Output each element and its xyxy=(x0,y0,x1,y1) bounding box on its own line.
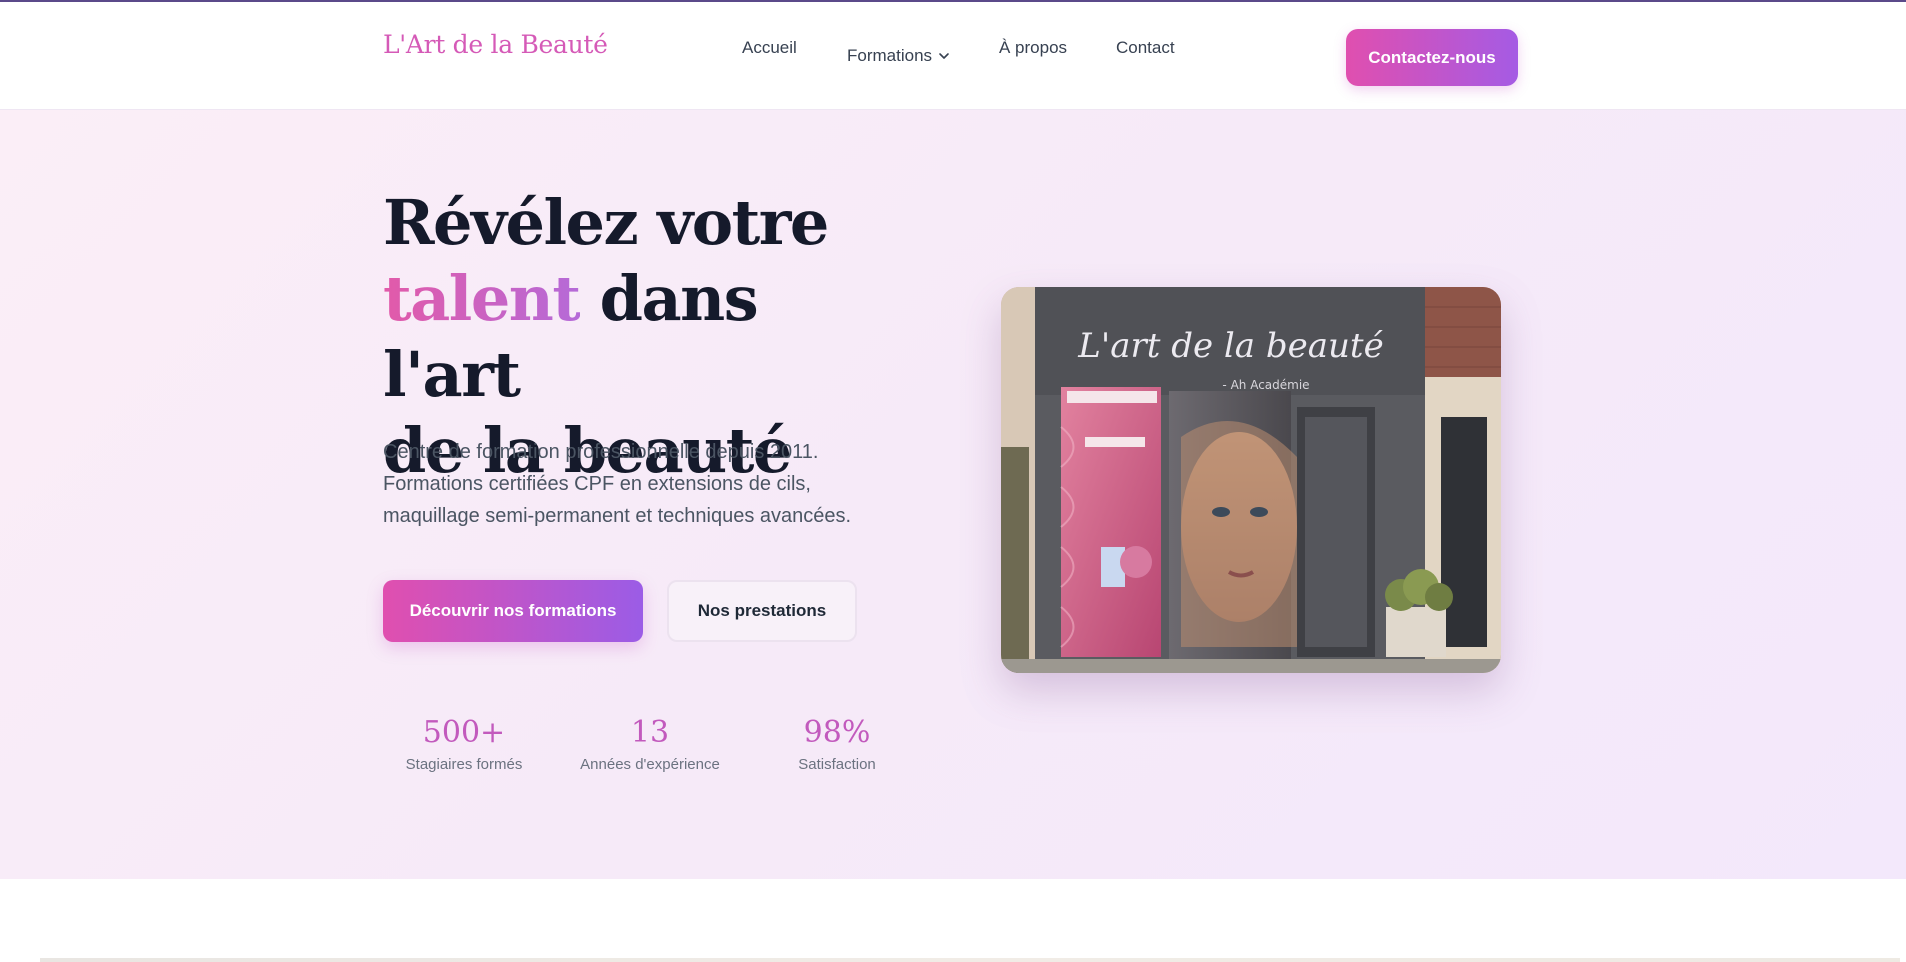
stat-label: Satisfaction xyxy=(798,756,876,773)
stat-experience: 13 Années d'expérience xyxy=(570,714,730,773)
hero-description: Centre de formation professionnelle depu… xyxy=(383,441,852,527)
chevron-down-icon xyxy=(939,53,949,59)
stat-label: Années d'expérience xyxy=(580,756,720,773)
nav-contact[interactable]: Contact xyxy=(1116,38,1175,58)
stat-label: Stagiaires formés xyxy=(405,756,523,773)
storefront-illustration: L'art de la beauté - Ah Académie xyxy=(1001,287,1501,673)
hero-title-line1: Révélez votre xyxy=(383,186,829,259)
hero-title-accent: talent xyxy=(383,262,581,335)
brand-logo[interactable]: L'Art de la Beauté xyxy=(383,30,608,59)
section-divider xyxy=(40,958,1900,962)
nav-formations[interactable]: Formations xyxy=(847,46,950,66)
storefront-image: L'art de la beauté - Ah Académie xyxy=(1001,287,1501,673)
contact-button[interactable]: Contactez-nous xyxy=(1346,29,1518,86)
next-section xyxy=(0,879,1906,962)
site-header: L'Art de la Beauté Accueil Formations À … xyxy=(0,2,1906,110)
discover-formations-button[interactable]: Découvrir nos formations xyxy=(383,580,643,642)
sign-subtext: - Ah Académie xyxy=(1222,378,1309,392)
stat-trainees: 500+ Stagiaires formés xyxy=(384,714,544,773)
page: L'Art de la Beauté Accueil Formations À … xyxy=(0,0,1906,962)
stat-satisfaction: 98% Satisfaction xyxy=(757,714,917,773)
prestations-button[interactable]: Nos prestations xyxy=(667,580,857,642)
nav-a-propos[interactable]: À propos xyxy=(999,38,1067,58)
stat-value: 98% xyxy=(803,715,871,750)
nav-accueil[interactable]: Accueil xyxy=(742,38,797,58)
hero-section: Révélez votre talent dans l'art de la be… xyxy=(0,110,1906,879)
sign-text: L'art de la beauté xyxy=(1077,326,1383,366)
stat-value: 500+ xyxy=(422,715,506,750)
nav-formations-label: Formations xyxy=(847,46,933,65)
stat-value: 13 xyxy=(630,715,670,750)
